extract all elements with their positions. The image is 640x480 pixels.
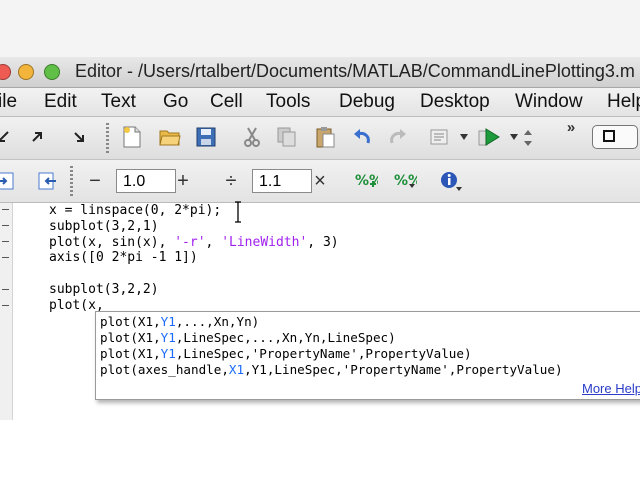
menu-bar: ile Edit Text Go Cell Tools Debug Deskto… [0,88,640,117]
run-icon[interactable] [476,125,502,149]
code-token: x = linspace(0, 2*pi); [49,203,222,218]
text-cursor-icon [235,201,241,223]
suggestion-item[interactable]: plot(X1,Y1,LineSpec,...,Xn,Yn,LineSpec) [100,330,396,345]
line-marker [2,241,9,242]
line-marker [2,257,9,258]
new-file-icon[interactable] [120,125,144,149]
cell-percent-icon[interactable]: %% [353,169,379,193]
editor-gutter [0,203,13,420]
suggestion-item[interactable]: plot(axes_handle,X1,Y1,LineSpec,'Propert… [100,362,563,377]
editor-bottom-area [0,420,640,480]
suggestion-text: ,LineSpec,'PropertyName',PropertyValue) [175,346,472,361]
divide-value-field[interactable] [252,169,312,193]
suggestion-text: plot(X1, [100,314,161,329]
string-literal: 'LineWidth' [221,234,308,250]
suggestion-text: plot(X1, [100,346,161,361]
redo-icon[interactable] [386,125,410,149]
suggestion-text: ,LineSpec,...,Xn,Yn,LineSpec) [175,330,396,345]
info-icon[interactable] [438,169,464,193]
code-line: x = linspace(0, 2*pi); [49,203,221,218]
menu-desktop[interactable]: Desktop [420,91,490,113]
svg-text:%%: %% [394,173,417,189]
menu-window[interactable]: Window [515,91,583,113]
main-toolbar: » [0,117,640,160]
save-icon[interactable] [194,125,218,149]
step-icon[interactable] [520,127,536,149]
menu-cell[interactable]: Cell [210,91,243,113]
menu-debug[interactable]: Debug [339,91,395,113]
suggestion-text: ,...,Xn,Yn) [175,314,260,329]
code-line: plot(x, sin(x), '-r', 'LineWidth', 3) [49,235,339,250]
highlighted-argument: Y1 [160,314,176,329]
highlighted-argument: Y1 [160,330,176,345]
more-help-link[interactable]: More Help... [582,381,640,396]
line-marker [2,225,9,226]
toolbar-separator [70,166,73,196]
menu-go[interactable]: Go [163,91,188,113]
remove-cell-icon[interactable] [34,169,58,193]
code-token: axis([0 2*pi -1 1]) [49,250,198,266]
code-token: , 3) [307,234,339,250]
multiply-button[interactable]: × [310,170,330,192]
document-icon[interactable] [428,125,452,149]
chevron-down-icon[interactable] [508,131,520,143]
increment-button[interactable]: + [173,170,193,192]
line-marker [2,305,9,306]
zoom-window-button[interactable] [44,64,60,80]
close-window-button[interactable] [0,64,11,80]
arrow-down-right-icon[interactable] [70,127,88,147]
suggestion-text: ,Y1,LineSpec,'PropertyName',PropertyValu… [244,362,563,377]
code-token: subplot(3,2,2) [49,282,159,297]
string-literal: '-r' [174,234,206,250]
open-folder-icon[interactable] [157,125,183,149]
suggestion-text: plot(X1, [100,330,161,345]
minimize-window-button[interactable] [18,64,34,80]
decrement-value-field[interactable] [116,169,176,193]
suggestion-text: plot(axes_handle, [100,362,229,377]
cell-toolbar: − + ÷ × %% %% [0,160,640,203]
paste-icon[interactable] [313,125,337,149]
cell-percent-menu-icon[interactable]: %% [392,169,418,193]
undo-icon[interactable] [350,125,374,149]
line-marker [2,289,9,290]
line-marker [2,209,9,210]
suggestion-item[interactable]: plot(X1,Y1,LineSpec,'PropertyName',Prope… [100,346,472,361]
arrow-up-right-icon[interactable] [28,127,46,147]
cut-icon[interactable] [240,125,264,149]
overflow-icon[interactable]: » [563,119,579,136]
menu-file[interactable]: ile [0,91,17,113]
copy-icon[interactable] [275,125,299,149]
title-bar: Editor - /Users/rtalbert/Documents/MATLA… [0,57,640,88]
code-line: subplot(3,2,2) [49,282,159,297]
highlighted-argument: X1 [228,362,245,377]
code-token: subplot(3,2,1) [49,218,159,234]
autocomplete-popup: plot(X1,Y1,...,Xn,Yn) plot(X1,Y1,LineSpec… [95,311,640,400]
panel-icon[interactable] [590,124,640,150]
code-line: axis([0 2*pi -1 1]) [49,250,198,265]
window-title: Editor - /Users/rtalbert/Documents/MATLA… [75,61,635,81]
code-line: subplot(3,2,1) [49,219,159,234]
arrow-left-icon[interactable] [0,127,12,147]
code-token: plot(x, sin(x), [49,234,175,250]
decrement-button[interactable]: − [86,170,104,192]
toolbar-separator [106,123,109,153]
chevron-down-icon[interactable] [458,131,470,143]
suggestion-item[interactable]: plot(X1,Y1,...,Xn,Yn) [100,314,259,329]
menu-help[interactable]: Help [607,91,640,113]
menu-tools[interactable]: Tools [266,91,310,113]
code-token: , [205,234,222,250]
divide-button[interactable]: ÷ [221,170,241,192]
insert-cell-icon[interactable] [0,169,18,193]
svg-text:%%: %% [355,173,378,189]
menu-text[interactable]: Text [101,91,136,113]
highlighted-argument: Y1 [160,346,176,361]
menu-edit[interactable]: Edit [44,91,77,113]
